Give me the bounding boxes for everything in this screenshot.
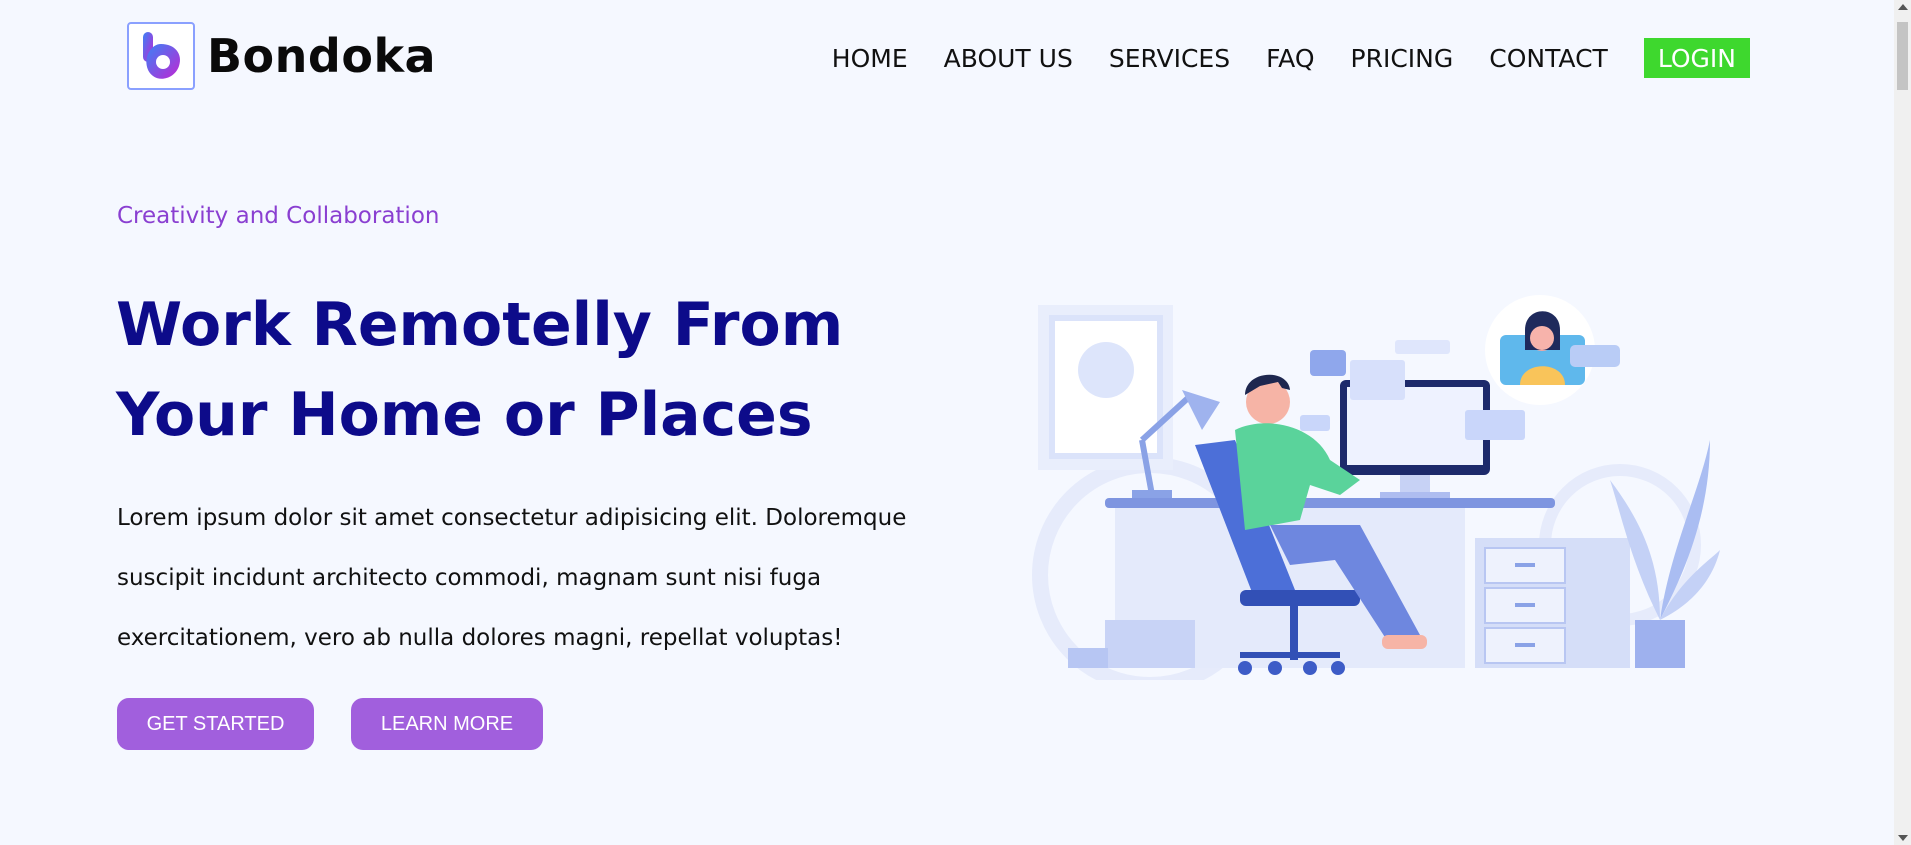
nav-about-us[interactable]: ABOUT US <box>944 44 1073 73</box>
page-scrollbar[interactable] <box>1894 0 1911 845</box>
scroll-up-arrow-icon[interactable] <box>1898 4 1908 10</box>
remote-work-illustration <box>1020 290 1720 693</box>
nav-services[interactable]: SERVICES <box>1109 44 1230 73</box>
brand-name: Bondoka <box>207 29 437 83</box>
get-started-button[interactable]: GET STARTED <box>117 698 314 750</box>
hero-eyebrow: Creativity and Collaboration <box>117 203 440 229</box>
nav-faq[interactable]: FAQ <box>1266 44 1314 73</box>
main-nav: HOME ABOUT US SERVICES FAQ PRICING CONTA… <box>832 38 1750 78</box>
scroll-thumb[interactable] <box>1897 22 1908 90</box>
hero-description: Lorem ipsum dolor sit amet consectetur a… <box>117 505 907 651</box>
hero-title-line-1: Work Remotelly From <box>116 290 844 360</box>
bondoka-logo-icon <box>127 22 195 90</box>
nav-home[interactable]: HOME <box>832 44 908 73</box>
brand[interactable]: Bondoka <box>127 22 436 90</box>
scroll-down-arrow-icon[interactable] <box>1898 835 1908 841</box>
hero-title: Work Remotelly From Your Home or Places <box>116 280 843 460</box>
learn-more-button[interactable]: LEARN MORE <box>351 698 543 750</box>
nav-pricing[interactable]: PRICING <box>1351 44 1454 73</box>
nav-contact[interactable]: CONTACT <box>1489 44 1608 73</box>
login-button[interactable]: LOGIN <box>1643 38 1750 78</box>
hero-title-line-2: Your Home or Places <box>116 380 813 450</box>
